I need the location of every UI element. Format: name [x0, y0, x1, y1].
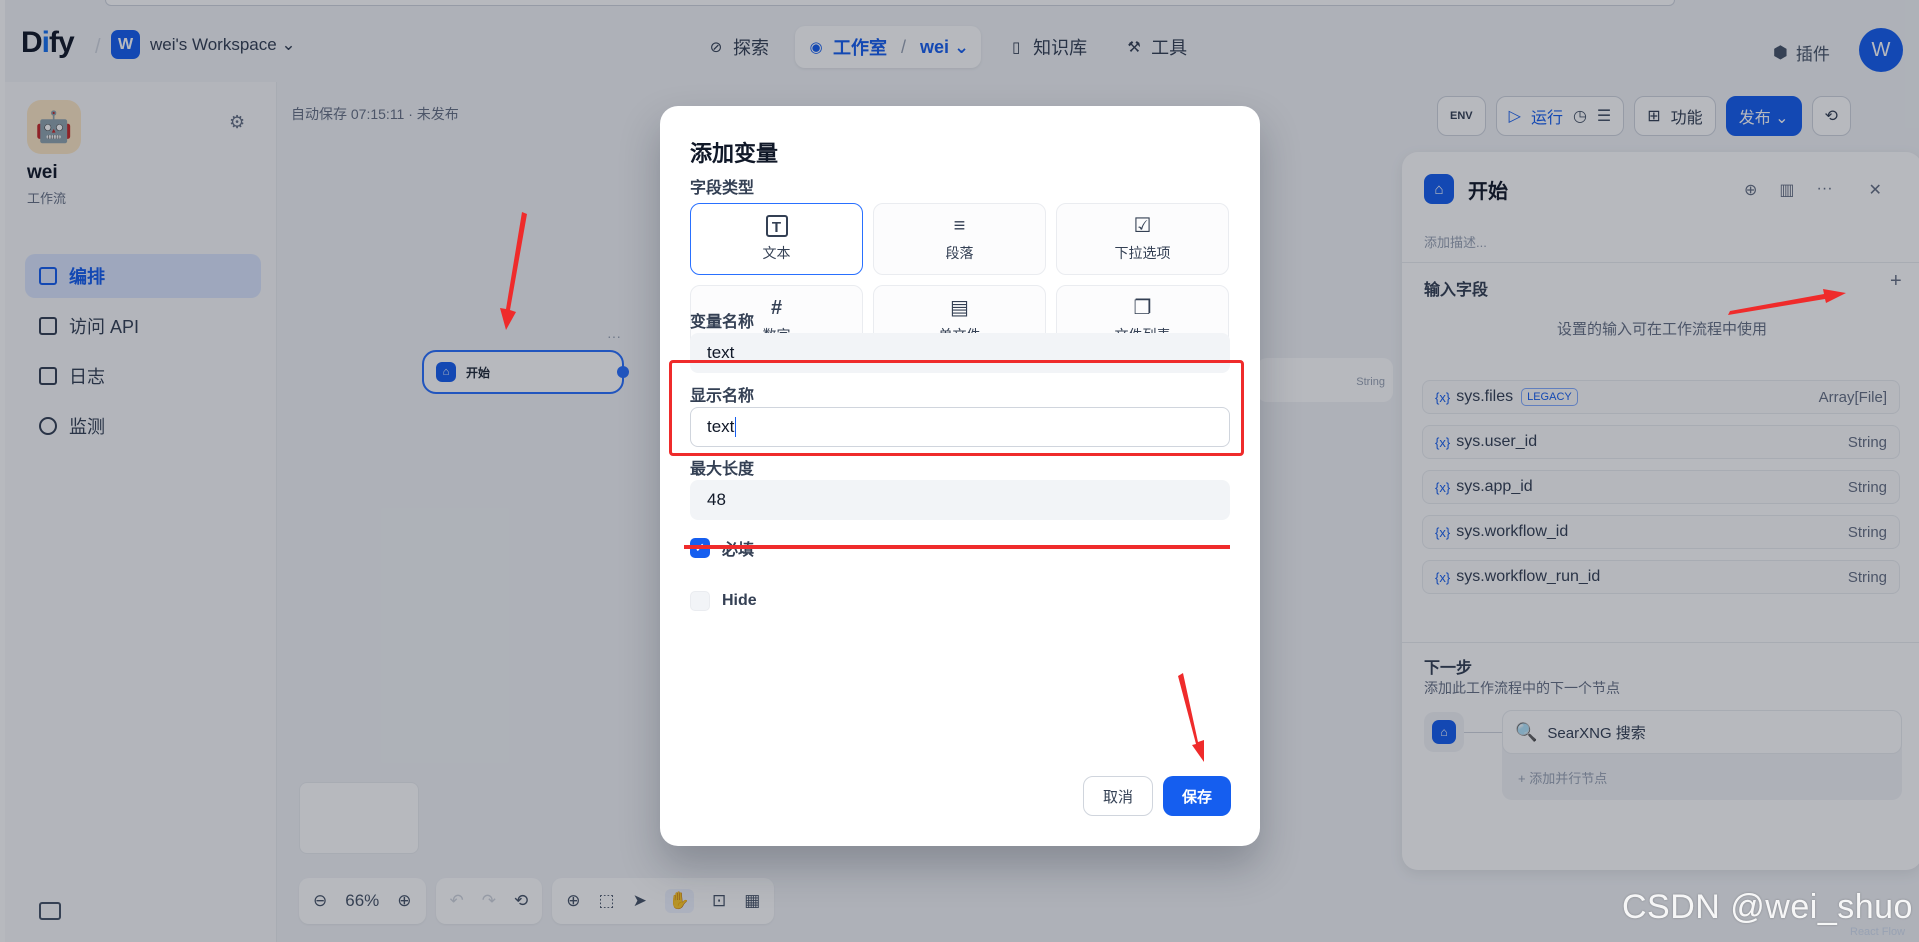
hide-label: Hide	[722, 592, 757, 609]
annotation-underline	[684, 545, 1230, 549]
save-button[interactable]: 保存	[1163, 776, 1231, 816]
variable-name-label: 变量名称	[690, 314, 755, 331]
field-type-text[interactable]: T 文本	[690, 203, 863, 275]
annotation-highlight-box	[669, 360, 1244, 456]
hide-checkbox[interactable]	[690, 591, 710, 611]
checkbox-icon: ☑	[1133, 215, 1152, 237]
file-icon: ▤	[950, 297, 969, 319]
add-variable-modal: 添加变量 字段类型 T 文本 ≡ 段落 ☑ 下拉选项 # 数字 ▤ 单文件 ❐ …	[660, 106, 1260, 846]
field-type-paragraph[interactable]: ≡ 段落	[873, 203, 1046, 275]
field-type-label: 段落	[945, 245, 974, 261]
max-length-input[interactable]: 48	[690, 480, 1230, 520]
cancel-button[interactable]: 取消	[1083, 776, 1153, 816]
modal-title: 添加变量	[690, 141, 779, 166]
text-icon: T	[765, 215, 788, 237]
field-type-label: 下拉选项	[1114, 245, 1171, 261]
hide-checkbox-row[interactable]: Hide	[690, 591, 757, 611]
max-length-value: 48	[707, 490, 726, 509]
field-type-label: 字段类型	[690, 180, 755, 197]
hash-icon: #	[770, 297, 783, 319]
files-icon: ❐	[1133, 297, 1152, 319]
field-type-label: 文本	[762, 245, 791, 261]
paragraph-icon: ≡	[953, 215, 966, 237]
watermark: CSDN @wei_shuo	[1622, 888, 1913, 926]
react-flow-attribution: React Flow	[1850, 926, 1906, 938]
field-type-select[interactable]: ☑ 下拉选项	[1056, 203, 1229, 275]
max-length-label: 最大长度	[690, 461, 755, 478]
